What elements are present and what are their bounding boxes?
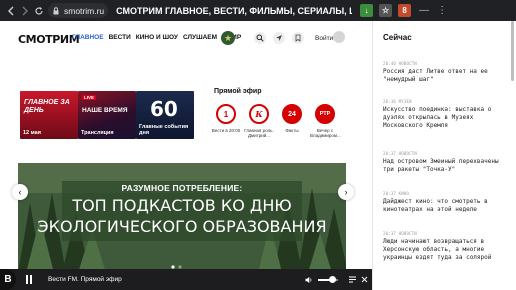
channel-russia24[interactable]: 24 bbox=[282, 104, 302, 124]
volume-knob[interactable] bbox=[328, 276, 336, 283]
news-tag: НОВОСТИ bbox=[398, 151, 417, 156]
close-icon[interactable] bbox=[360, 275, 369, 284]
news-tag: НОВОСТИ bbox=[398, 61, 417, 66]
menu-icon[interactable]: ⋮ bbox=[437, 5, 447, 16]
news-tag: НОВОСТИ bbox=[398, 231, 417, 236]
news-meta: 20:37 КИНО bbox=[383, 191, 511, 196]
menu-item-main[interactable]: ГЛАВНОЕ bbox=[72, 34, 104, 41]
card-caption: Трансляция bbox=[81, 130, 114, 136]
bookmark-star-icon[interactable]: ☆ bbox=[379, 4, 393, 17]
extension-badge[interactable]: 8 bbox=[398, 4, 412, 17]
sidebar-title: Сейчас bbox=[383, 33, 412, 42]
news-meta: 20:37 НОВОСТИ bbox=[383, 151, 511, 156]
news-text: Искусство поединка: выставка о дуэлях от… bbox=[383, 106, 492, 129]
player-title: Вести FM. Прямой эфир bbox=[48, 276, 122, 283]
carousel-prev-button[interactable]: ‹ bbox=[12, 184, 28, 200]
site-main: СМОТРИМ ГЛАВНОЕ ВЕСТИ КИНО И ШОУ СЛУШАЕМ… bbox=[0, 21, 372, 273]
card-caption: Главные события дня bbox=[139, 124, 189, 136]
avatar[interactable] bbox=[333, 31, 345, 43]
news-time: 20:36 bbox=[383, 99, 397, 104]
address-bar[interactable]: smotrim.ru bbox=[48, 3, 109, 18]
location-icon[interactable] bbox=[273, 32, 285, 44]
news-time: 20:40 bbox=[383, 61, 397, 66]
search-icon[interactable] bbox=[254, 32, 266, 44]
news-item[interactable]: 20:37 КИНО Дайджест кино: что смотреть в… bbox=[383, 191, 511, 214]
main-menu: ГЛАВНОЕ ВЕСТИ КИНО И ШОУ СЛУШАЕМ ЭФИР bbox=[72, 34, 241, 41]
bookmark-icon[interactable] bbox=[292, 32, 304, 44]
news-time: 20:37 bbox=[383, 151, 397, 156]
browser-toolbar: smotrim.ru СМОТРИМ ГЛАВНОЕ, ВЕСТИ, ФИЛЬМ… bbox=[0, 0, 516, 21]
news-tag: МУЗЕИ bbox=[398, 99, 412, 104]
news-meta: 20:40 НОВОСТИ bbox=[383, 61, 511, 66]
news-time: 20:37 bbox=[383, 231, 397, 236]
page-title: СМОТРИМ ГЛАВНОЕ, ВЕСТИ, ФИЛЬМЫ, СЕРИАЛЫ,… bbox=[116, 5, 352, 16]
site-logo[interactable]: СМОТРИМ bbox=[18, 33, 80, 46]
card-title: НАШЕ ВРЕМЯ bbox=[82, 107, 128, 114]
channel-russia1[interactable]: 1 bbox=[216, 104, 236, 124]
card-title: 60 bbox=[150, 97, 178, 121]
menu-item-movies[interactable]: КИНО И ШОУ bbox=[136, 34, 178, 41]
url-text: smotrim.ru bbox=[64, 5, 105, 16]
card-day-summary[interactable]: ГЛАВНОЕ ЗА ДЕНЬ 12 мая bbox=[20, 91, 78, 139]
pause-button[interactable] bbox=[26, 275, 33, 284]
news-item[interactable]: 20:37 НОВОСТИ Над островом Змеиный перех… bbox=[383, 151, 511, 174]
channel-label: Вечер с Владимиром... bbox=[310, 128, 341, 138]
banner-line1: ТОП ПОДКАСТОВ КО ДНЮ bbox=[72, 196, 292, 215]
card-our-time[interactable]: LIVE НАШЕ ВРЕМЯ Трансляция bbox=[78, 91, 136, 139]
news-time: 20:37 bbox=[383, 191, 397, 196]
news-tag: КИНО bbox=[398, 191, 410, 196]
news-item[interactable]: 20:37 НОВОСТИ Люди начинают возвращаться… bbox=[383, 231, 511, 262]
banner-text: РАЗУМНОЕ ПОТРЕБЛЕНИЕ: ТОП ПОДКАСТОВ КО Д… bbox=[18, 183, 346, 235]
news-text: Над островом Змеиный перехвачены три рак… bbox=[383, 158, 499, 173]
live-section-title: Прямой эфир bbox=[214, 88, 262, 95]
carousel-next-button[interactable]: › bbox=[338, 184, 354, 200]
reload-icon[interactable] bbox=[32, 4, 46, 18]
menu-item-news[interactable]: ВЕСТИ bbox=[109, 34, 131, 41]
channel-label: Главная роль. Дмитрий... bbox=[244, 128, 274, 138]
lock-icon bbox=[53, 6, 59, 14]
sidebar-scrollbar[interactable] bbox=[511, 21, 514, 81]
live-chip: LIVE bbox=[82, 95, 97, 100]
volume-icon[interactable] bbox=[305, 276, 313, 284]
banner-line2: ЭКОЛОГИЧЕСКОГО ОБРАЗОВАНИЯ bbox=[37, 217, 327, 236]
channel-label: Вести в 20:00 bbox=[211, 128, 241, 133]
card-title: ГЛАВНОЕ ЗА ДЕНЬ bbox=[24, 99, 70, 114]
download-icon[interactable]: ↓ bbox=[360, 4, 374, 17]
news-text: Россия даст Литве ответ на ее "немудрый … bbox=[383, 68, 488, 83]
news-item[interactable]: 20:40 НОВОСТИ Россия даст Литве ответ на… bbox=[383, 61, 511, 84]
vesti-fm-logo[interactable]: В bbox=[0, 269, 16, 290]
back-icon[interactable] bbox=[4, 4, 18, 18]
minimize-icon[interactable]: — bbox=[419, 5, 429, 16]
card-60-minutes[interactable]: 60 Главные события дня bbox=[136, 91, 194, 139]
login-link[interactable]: Войти bbox=[315, 35, 333, 42]
channel-rtr[interactable]: РТР bbox=[315, 104, 335, 124]
channel-kultura[interactable]: К bbox=[249, 104, 269, 124]
news-text: Люди начинают возвращаться в Херсонскую … bbox=[383, 238, 492, 261]
card-caption: 12 мая bbox=[23, 130, 41, 136]
news-text: Дайджест кино: что смотреть в кинотеатра… bbox=[383, 198, 488, 213]
channel-label: Факты bbox=[285, 128, 299, 133]
playlist-icon[interactable] bbox=[348, 275, 357, 284]
news-meta: 20:36 МУЗЕИ bbox=[383, 99, 511, 104]
menu-item-listen[interactable]: СЛУШАЕМ bbox=[183, 34, 217, 41]
news-meta: 20:37 НОВОСТИ bbox=[383, 231, 511, 236]
forward-icon[interactable] bbox=[18, 4, 32, 18]
promo-banner[interactable]: РАЗУМНОЕ ПОТРЕБЛЕНИЕ: ТОП ПОДКАСТОВ КО Д… bbox=[18, 163, 346, 273]
radio-player: В Вести FM. Прямой эфир bbox=[0, 269, 372, 290]
banner-subtitle: РАЗУМНОЕ ПОТРЕБЛЕНИЕ: bbox=[121, 183, 243, 193]
news-item[interactable]: 20:36 МУЗЕИ Искусство поединка: выставка… bbox=[383, 99, 511, 130]
news-sidebar: Сейчас 20:40 НОВОСТИ Россия даст Литве о… bbox=[372, 21, 516, 290]
victory-star-icon[interactable]: ★ bbox=[221, 31, 235, 45]
